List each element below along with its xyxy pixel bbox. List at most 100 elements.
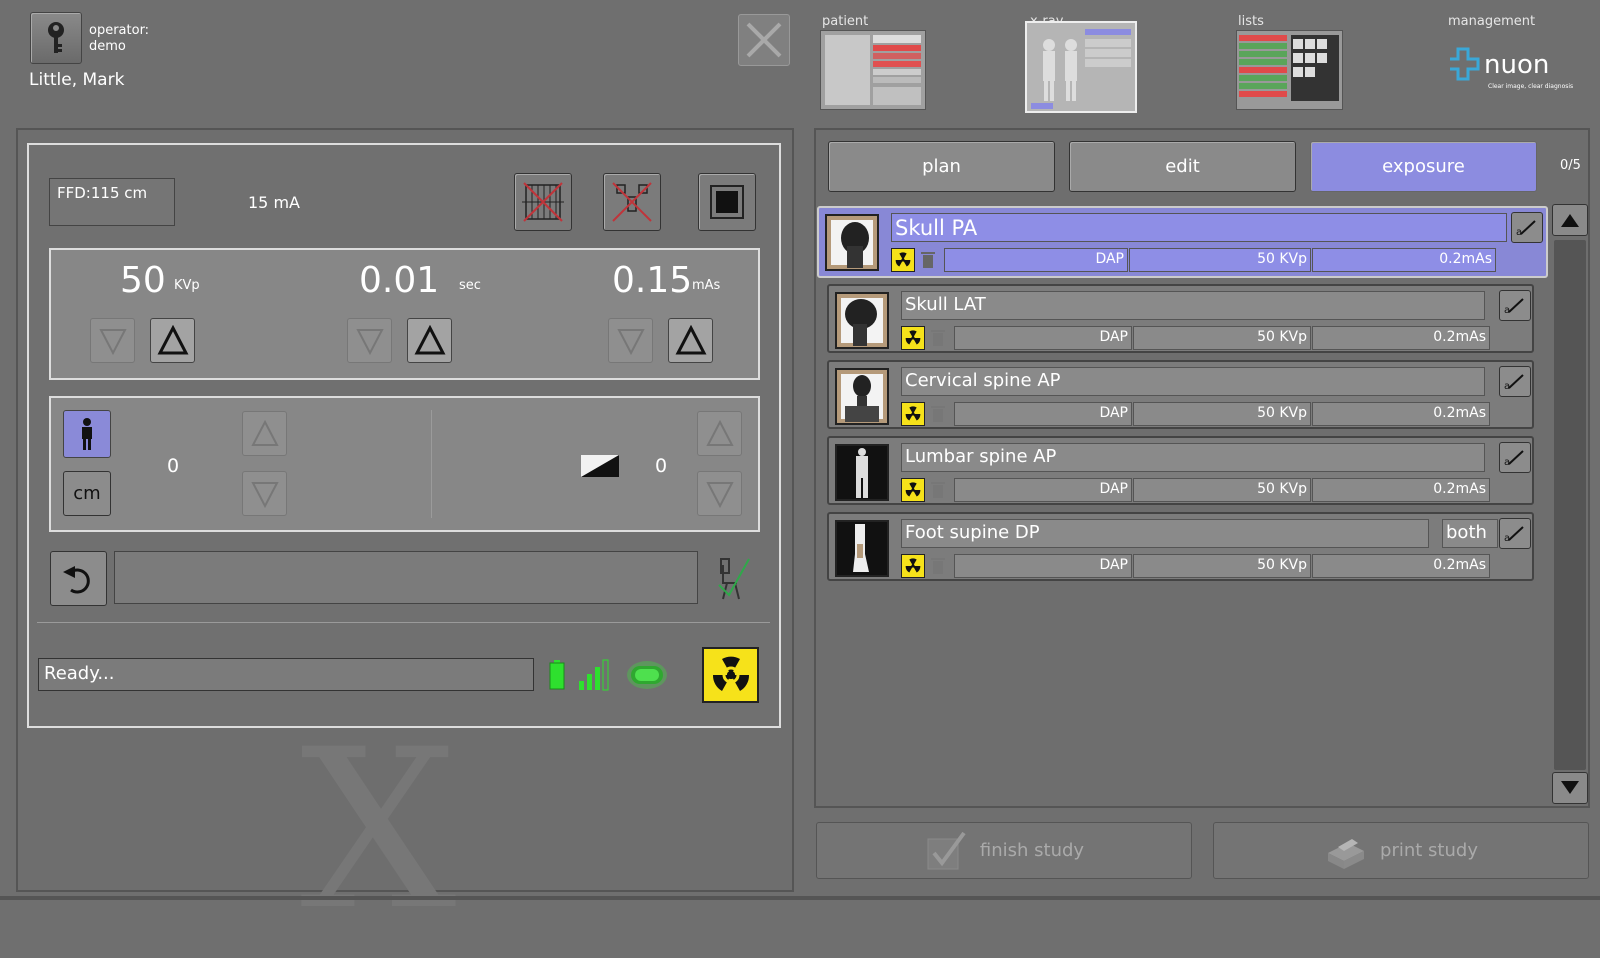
exam-mas: 0.2mAs bbox=[1312, 478, 1490, 502]
thickness-down-button[interactable] bbox=[242, 471, 287, 516]
svg-text:a: a bbox=[1504, 533, 1510, 544]
edit-exam-button[interactable]: a bbox=[1499, 290, 1531, 321]
exam-row-cervical-spine-ap[interactable]: Cervical spine AP a DAP 50 KVp 0.2mAs bbox=[827, 360, 1534, 429]
tab-xray[interactable] bbox=[1025, 21, 1137, 113]
trash-icon bbox=[931, 482, 945, 498]
edit-exam-button[interactable]: a bbox=[1511, 212, 1543, 243]
operator-key-button[interactable] bbox=[30, 12, 82, 64]
scroll-up-button[interactable] bbox=[1552, 204, 1588, 236]
trash-icon bbox=[921, 252, 935, 268]
exam-mas: 0.2mAs bbox=[1312, 326, 1490, 350]
arrow-down-icon bbox=[250, 481, 279, 508]
thickness-up-button[interactable] bbox=[242, 411, 287, 456]
scroll-down-button[interactable] bbox=[1552, 772, 1588, 804]
scroll-track[interactable] bbox=[1554, 240, 1586, 770]
exposure-button[interactable]: exposure bbox=[1310, 141, 1537, 192]
exam-thumbnail bbox=[835, 444, 889, 501]
exam-side[interactable]: both bbox=[1442, 519, 1498, 548]
mas-up-button[interactable] bbox=[668, 318, 713, 363]
stop-button[interactable] bbox=[698, 173, 756, 231]
tab-patient[interactable] bbox=[820, 30, 926, 110]
ready-led-icon bbox=[627, 661, 667, 689]
edit-exam-button[interactable]: a bbox=[1499, 442, 1531, 473]
exam-list-scrollbar[interactable] bbox=[1552, 204, 1588, 808]
patient-size-button[interactable] bbox=[63, 410, 111, 458]
exam-dap: DAP bbox=[944, 248, 1128, 272]
section-divider bbox=[37, 622, 770, 623]
edit-exam-button[interactable]: a bbox=[1499, 366, 1531, 397]
exposure-status-icon bbox=[901, 326, 925, 350]
exam-kvp: 50 KVp bbox=[1133, 554, 1311, 578]
kvp-down-button[interactable] bbox=[90, 318, 135, 363]
confirm-chair-indicator[interactable] bbox=[715, 555, 751, 603]
panel-divider bbox=[431, 410, 432, 518]
filter-toggle-button[interactable] bbox=[603, 173, 661, 231]
contrast-icon bbox=[581, 455, 619, 477]
patient-parameters-panel bbox=[49, 396, 760, 532]
arrow-down-icon bbox=[705, 481, 734, 508]
print-study-button[interactable]: print study bbox=[1213, 822, 1589, 879]
delete-exam-button[interactable] bbox=[926, 326, 950, 350]
key-icon bbox=[48, 22, 64, 53]
note-field[interactable] bbox=[114, 551, 698, 604]
exposure-status-icon bbox=[901, 554, 925, 578]
grid-toggle-button[interactable] bbox=[514, 173, 572, 231]
exam-row-foot-supine-dp[interactable]: Foot supine DP both a DAP 50 KVp 0.2mAs bbox=[827, 512, 1534, 581]
density-indicator bbox=[579, 447, 623, 483]
pen-icon: a bbox=[1504, 525, 1524, 544]
mas-down-button[interactable] bbox=[608, 318, 653, 363]
tab-lists[interactable] bbox=[1236, 30, 1343, 110]
exam-row-lumbar-spine-ap[interactable]: Lumbar spine AP a DAP 50 KVp 0.2mAs bbox=[827, 436, 1534, 505]
kvp-up-button[interactable] bbox=[150, 318, 195, 363]
arrow-up-icon bbox=[250, 419, 279, 446]
exam-row-skull-pa[interactable]: Skull PA a DAP 50 KVp 0.2mAs bbox=[817, 206, 1548, 278]
trash-icon bbox=[931, 406, 945, 422]
delete-exam-button[interactable] bbox=[926, 402, 950, 426]
patient-name: Little, Mark bbox=[29, 70, 125, 90]
density-up-button[interactable] bbox=[697, 411, 742, 456]
close-button[interactable] bbox=[738, 14, 790, 66]
mas-value: 0.15 bbox=[612, 260, 693, 301]
delete-exam-button[interactable] bbox=[926, 554, 950, 578]
time-down-button[interactable] bbox=[347, 318, 392, 363]
arrow-up-icon bbox=[705, 419, 734, 446]
trash-icon bbox=[931, 330, 945, 346]
printer-icon bbox=[1328, 838, 1365, 869]
delete-exam-button[interactable] bbox=[926, 478, 950, 502]
time-up-button[interactable] bbox=[407, 318, 452, 363]
exam-title: Skull LAT bbox=[901, 291, 1485, 320]
finish-study-label: finish study bbox=[979, 840, 1085, 861]
brand-tagline: Clear image, clear diagnosis bbox=[1488, 83, 1574, 90]
radiation-icon bbox=[905, 558, 921, 573]
radiation-icon bbox=[905, 330, 921, 345]
signal-strength-icon bbox=[579, 659, 609, 691]
edit-exam-button[interactable]: a bbox=[1499, 518, 1531, 549]
delete-exam-button[interactable] bbox=[916, 248, 940, 272]
exposure-status-icon bbox=[901, 402, 925, 426]
skull-lat-image bbox=[845, 299, 877, 346]
brand-logo: nuon Clear image, clear diagnosis bbox=[1446, 45, 1580, 99]
tab-management-label[interactable]: management bbox=[1448, 14, 1535, 29]
edit-button[interactable]: edit bbox=[1069, 141, 1296, 192]
stop-icon bbox=[710, 185, 744, 219]
ffd-field[interactable]: FFD:115 cm bbox=[49, 178, 175, 226]
checkmark-icon bbox=[927, 831, 966, 869]
pen-icon: a bbox=[1504, 449, 1524, 468]
svg-text:a: a bbox=[1504, 305, 1510, 316]
finish-study-button[interactable]: finish study bbox=[816, 822, 1192, 879]
exam-dap: DAP bbox=[954, 554, 1132, 578]
pen-icon: a bbox=[1504, 373, 1524, 392]
arrow-up-icon bbox=[157, 324, 188, 354]
exam-dap: DAP bbox=[954, 326, 1132, 350]
exam-row-skull-lat[interactable]: Skull LAT a DAP 50 KVp 0.2mAs bbox=[827, 284, 1534, 353]
unit-cm-button[interactable]: cm bbox=[63, 471, 111, 516]
exam-title: Foot supine DP bbox=[901, 519, 1429, 548]
expose-button[interactable] bbox=[702, 647, 759, 703]
undo-button[interactable] bbox=[50, 551, 107, 606]
close-icon bbox=[746, 22, 782, 58]
density-down-button[interactable] bbox=[697, 471, 742, 516]
foot-image bbox=[837, 522, 887, 575]
plan-button[interactable]: plan bbox=[828, 141, 1055, 192]
arrow-up-icon bbox=[414, 324, 445, 354]
exam-title: Cervical spine AP bbox=[901, 367, 1485, 396]
